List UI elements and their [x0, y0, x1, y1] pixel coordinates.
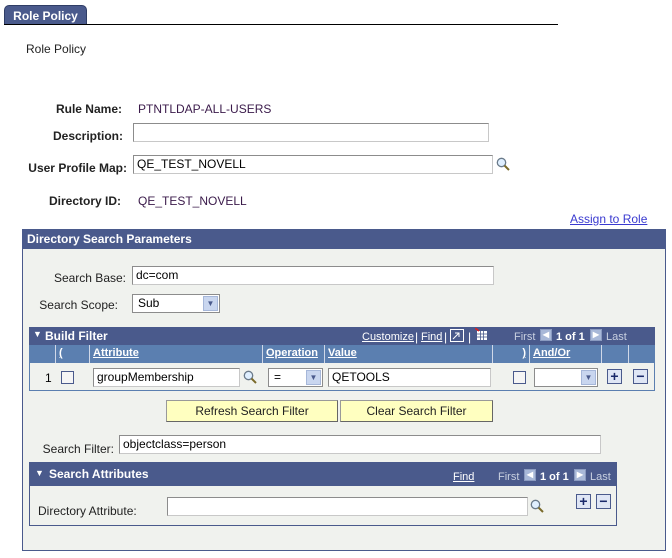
search-filter-input[interactable]: objectclass=person	[119, 435, 601, 454]
collapse-icon[interactable]: ▼	[35, 468, 44, 478]
next-arrow-icon[interactable]: ▶	[590, 329, 602, 341]
col-and-or[interactable]: And/Or	[530, 345, 602, 363]
description-input[interactable]	[133, 123, 489, 142]
refresh-search-filter-button[interactable]: Refresh Search Filter	[166, 400, 338, 422]
rule-name-value: PTNTLDAP-ALL-USERS	[138, 102, 272, 116]
first-label: First	[514, 331, 536, 343]
operation-select[interactable]: = ▼	[268, 368, 323, 387]
assign-to-role-link[interactable]: Assign to Role	[570, 212, 647, 226]
col-close-paren[interactable]: )	[493, 345, 530, 363]
attribute-input[interactable]: groupMembership	[93, 368, 240, 387]
search-attributes-title: Search Attributes	[49, 467, 149, 481]
directory-attribute-label: Directory Attribute:	[38, 504, 137, 518]
first-label: First	[498, 471, 520, 483]
value-input[interactable]: QETOOLS	[328, 368, 491, 387]
next-arrow-icon[interactable]: ▶	[574, 469, 586, 481]
user-profile-map-input[interactable]: QE_TEST_NOVELL	[133, 155, 493, 174]
customize-link[interactable]: Customize	[362, 331, 414, 343]
search-scope-label: Search Scope:	[39, 298, 118, 312]
view-all-icon[interactable]	[450, 329, 464, 342]
build-filter-header: ▼ Build Filter Customize | Find | | Firs…	[29, 327, 655, 345]
directory-search-parameters-header: Directory Search Parameters	[22, 229, 666, 249]
lookup-icon[interactable]	[496, 157, 510, 171]
row-number: 1	[45, 371, 52, 385]
search-filter-label: Search Filter:	[42, 442, 114, 456]
clear-search-filter-button[interactable]: Clear Search Filter	[340, 400, 493, 422]
last-label: Last	[606, 331, 627, 343]
last-label: Last	[590, 471, 611, 483]
download-grid-icon[interactable]	[475, 328, 488, 341]
col-open-paren[interactable]: (	[56, 345, 90, 363]
chevron-down-icon: ▼	[581, 370, 596, 385]
search-base-input[interactable]: dc=com	[132, 266, 494, 285]
page-count: 1 of 1	[540, 471, 569, 483]
user-profile-map-label: User Profile Map:	[28, 161, 127, 175]
close-paren-checkbox[interactable]	[513, 371, 526, 384]
open-paren-checkbox[interactable]	[61, 371, 74, 384]
search-scope-value: Sub	[138, 296, 160, 310]
delete-row-button[interactable]: −	[633, 369, 648, 384]
and-or-select[interactable]: ▼	[534, 368, 598, 387]
find-link[interactable]: Find	[421, 331, 442, 343]
chevron-down-icon: ▼	[306, 370, 321, 385]
search-scope-select[interactable]: Sub ▼	[132, 294, 220, 313]
find-link[interactable]: Find	[453, 471, 474, 483]
add-row-button[interactable]: +	[607, 369, 622, 384]
table-row: 1 groupMembership = ▼ QETOOLS ▼ + −	[29, 363, 655, 391]
col-attribute[interactable]: Attribute	[90, 345, 263, 363]
collapse-icon[interactable]: ▼	[33, 329, 42, 339]
directory-id-value: QE_TEST_NOVELL	[138, 194, 247, 208]
chevron-down-icon: ▼	[203, 296, 218, 311]
col-value[interactable]: Value	[325, 345, 493, 363]
directory-id-label: Directory ID:	[48, 194, 121, 208]
search-base-label: Search Base:	[53, 271, 126, 285]
page-count: 1 of 1	[556, 331, 585, 343]
build-filter-title: Build Filter	[45, 329, 108, 343]
build-filter-column-headers: ( Attribute Operation Value ) And/Or	[29, 345, 655, 363]
prev-arrow-icon[interactable]: ◀	[524, 469, 536, 481]
rule-name-label: Rule Name:	[55, 102, 122, 116]
operation-value: =	[274, 370, 282, 384]
delete-attribute-button[interactable]: −	[596, 494, 611, 509]
tab-underline	[4, 24, 558, 25]
description-label: Description:	[52, 129, 123, 143]
tab-role-policy[interactable]: Role Policy	[4, 5, 87, 25]
page-title: Role Policy	[26, 42, 87, 56]
lookup-icon[interactable]	[243, 370, 257, 384]
search-attributes-header: ▼ Search Attributes Find First ◀ 1 of 1 …	[29, 462, 617, 486]
prev-arrow-icon[interactable]: ◀	[540, 329, 552, 341]
directory-attribute-input[interactable]	[167, 497, 528, 516]
col-operation[interactable]: Operation	[263, 345, 325, 363]
lookup-icon[interactable]	[530, 499, 544, 513]
add-attribute-button[interactable]: +	[576, 494, 591, 509]
